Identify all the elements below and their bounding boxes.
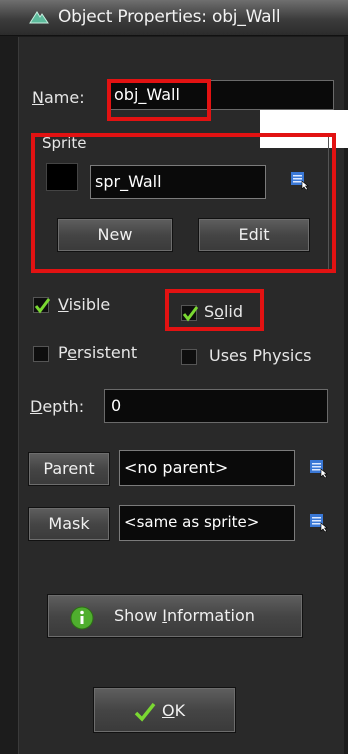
mask-field[interactable]: <same as sprite>: [119, 505, 295, 541]
physics-label: Uses Physics: [209, 346, 312, 365]
persistent-checkbox[interactable]: [33, 346, 49, 362]
name-label: Name:: [32, 88, 85, 107]
show-information-label: Show Information: [114, 606, 255, 625]
show-information-button[interactable]: Show Information: [47, 594, 303, 638]
info-icon: [70, 606, 94, 630]
window-title: Object Properties: obj_Wall: [58, 7, 281, 27]
checkmark-icon: [134, 702, 156, 722]
parent-field[interactable]: <no parent>: [119, 450, 295, 486]
parent-browse-icon[interactable]: [309, 458, 329, 478]
depth-field[interactable]: 0: [104, 389, 328, 423]
ok-button[interactable]: OK: [93, 687, 236, 733]
sprite-highlight: [31, 133, 336, 273]
physics-checkbox[interactable]: [181, 349, 197, 365]
ok-label: OK: [162, 701, 186, 720]
app-icon: [29, 11, 49, 24]
visible-checkbox[interactable]: [33, 297, 51, 314]
parent-button[interactable]: Parent: [28, 452, 110, 486]
mask-browse-icon[interactable]: [309, 512, 329, 532]
checkmark-icon: [34, 298, 51, 314]
persistent-label: Persistent: [58, 343, 138, 362]
visible-label: Visible: [58, 295, 111, 314]
name-highlight: [107, 79, 211, 121]
depth-label: Depth:: [30, 397, 85, 416]
mask-button[interactable]: Mask: [28, 507, 110, 541]
solid-highlight: [165, 289, 264, 331]
